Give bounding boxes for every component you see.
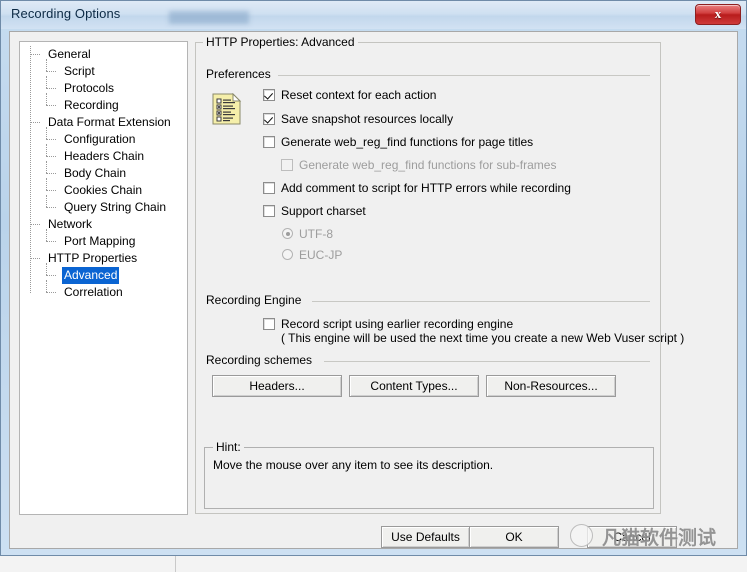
window-titlebar: Recording Options x bbox=[1, 1, 746, 29]
button-headers[interactable]: Headers... bbox=[212, 375, 342, 397]
tree-item-headers-chain[interactable]: Headers Chain bbox=[20, 148, 146, 165]
http-properties-advanced-group: HTTP Properties: Advanced Preferences Re… bbox=[195, 35, 684, 514]
checkbox-save-snapshot-resources-locally[interactable] bbox=[263, 113, 275, 125]
button-label: Headers... bbox=[249, 379, 305, 393]
radio-row-utf-8: UTF-8 bbox=[282, 227, 333, 241]
radio-row-euc-jp: EUC-JP bbox=[282, 248, 342, 262]
hint-text: Move the mouse over any item to see its … bbox=[213, 458, 494, 472]
button-label: Non-Resources... bbox=[504, 379, 598, 393]
tree-item-data-format-extension[interactable]: Data Format Extension bbox=[20, 114, 173, 131]
recording-schemes-section-label: Recording schemes bbox=[206, 353, 313, 367]
checkbox-row-add-comment-to-script-for-http-errors-while-recording[interactable]: Add comment to script for HTTP errors wh… bbox=[263, 181, 571, 195]
tree-item-query-string-chain[interactable]: Query String Chain bbox=[20, 199, 168, 216]
tree-item-label: Query String Chain bbox=[64, 200, 167, 214]
record-earlier-engine-checkbox-row[interactable]: Record script using earlier recording en… bbox=[263, 317, 513, 331]
settings-tree[interactable]: General Script Protocols Recording Data Form… bbox=[19, 41, 188, 515]
preferences-section-rule bbox=[278, 75, 650, 77]
preferences-section-label: Preferences bbox=[206, 67, 271, 81]
button-label: Content Types... bbox=[370, 379, 458, 393]
checkbox-row-save-snapshot-resources-locally[interactable]: Save snapshot resources locally bbox=[263, 112, 453, 126]
checkbox-row-generate-web-reg-find-functions-for-sub-frames: Generate web_reg_find functions for sub-… bbox=[281, 158, 556, 172]
tree-item-correlation[interactable]: Correlation bbox=[20, 284, 125, 301]
tree-item-label: Configuration bbox=[64, 132, 136, 146]
radio-utf-8 bbox=[282, 228, 293, 239]
tree-item-protocols[interactable]: Protocols bbox=[20, 80, 116, 97]
desktop-strip-segment bbox=[176, 556, 747, 572]
radio-label: EUC-JP bbox=[299, 248, 343, 262]
tree-item-label: Correlation bbox=[64, 285, 123, 299]
dialog-client-area: General Script Protocols Recording Data Form… bbox=[9, 31, 738, 549]
checkbox-row-generate-web-reg-find-functions-for-page-titles[interactable]: Generate web_reg_find functions for page… bbox=[263, 135, 533, 149]
radio-euc-jp bbox=[282, 249, 293, 260]
checkbox-label: Add comment to script for HTTP errors wh… bbox=[281, 181, 571, 195]
recording-engine-section-label: Recording Engine bbox=[206, 293, 302, 307]
record-earlier-engine-checkbox[interactable] bbox=[263, 318, 275, 330]
tree-item-label: Recording bbox=[64, 98, 119, 112]
titlebar-redacted-region bbox=[169, 11, 249, 24]
checkbox-row-reset-context-for-each-action[interactable]: Reset context for each action bbox=[263, 88, 436, 102]
checkbox-label: Save snapshot resources locally bbox=[281, 112, 454, 126]
checkbox-row-support-charset[interactable]: Support charset bbox=[263, 204, 366, 218]
desktop-strip bbox=[0, 556, 747, 572]
tree-item-label: HTTP Properties bbox=[48, 251, 138, 265]
checkbox-label: Generate web_reg_find functions for sub-… bbox=[299, 158, 557, 172]
radio-label: UTF-8 bbox=[299, 227, 333, 241]
tree-item-label: Advanced bbox=[62, 267, 120, 284]
tree-item-label: General bbox=[48, 47, 91, 61]
button-content-types[interactable]: Content Types... bbox=[349, 375, 479, 397]
checkbox-generate-web-reg-find-functions-for-sub-frames bbox=[281, 159, 293, 171]
tree-item-network[interactable]: Network bbox=[20, 216, 94, 233]
close-button[interactable]: x bbox=[695, 4, 741, 25]
tree-item-label: Body Chain bbox=[64, 166, 127, 180]
desktop-strip-segment bbox=[0, 556, 176, 572]
checkbox-reset-context-for-each-action[interactable] bbox=[263, 89, 275, 101]
checkbox-support-charset[interactable] bbox=[263, 205, 275, 217]
tree-item-port-mapping[interactable]: Port Mapping bbox=[20, 233, 137, 250]
tree-item-label: Network bbox=[48, 217, 93, 231]
recording-options-window: Recording Options x General Script Protoco… bbox=[0, 0, 747, 556]
tree-item-body-chain[interactable]: Body Chain bbox=[20, 165, 128, 182]
checkbox-label: Support charset bbox=[281, 204, 366, 218]
tree-item-recording[interactable]: Recording bbox=[20, 97, 121, 114]
recording-engine-note: ( This engine will be used the next time… bbox=[281, 331, 685, 345]
tree-item-cookies-chain[interactable]: Cookies Chain bbox=[20, 182, 144, 199]
checkbox-add-comment-to-script-for-http-errors-while-recording[interactable] bbox=[263, 182, 275, 194]
preferences-list-icon bbox=[212, 92, 242, 125]
button-non-resources[interactable]: Non-Resources... bbox=[486, 375, 616, 397]
tree-item-label: Port Mapping bbox=[64, 234, 136, 248]
button-label: OK bbox=[505, 530, 523, 544]
tree-item-label: Protocols bbox=[64, 81, 115, 95]
hint-title: Hint: bbox=[213, 440, 244, 454]
tree-item-label: Data Format Extension bbox=[48, 115, 171, 129]
tree-item-label: Cookies Chain bbox=[64, 183, 143, 197]
checkbox-label: Generate web_reg_find functions for page… bbox=[281, 135, 534, 149]
tree-item-configuration[interactable]: Configuration bbox=[20, 131, 137, 148]
window-title: Recording Options bbox=[11, 6, 121, 21]
checkbox-label: Reset context for each action bbox=[281, 88, 437, 102]
hint-box: Hint: Move the mouse over any item to se… bbox=[204, 440, 654, 509]
tree-item-label: Headers Chain bbox=[64, 149, 145, 163]
dialog-footer: Use Defaults OK Cancel bbox=[10, 520, 737, 550]
button-cancel[interactable]: Cancel bbox=[587, 526, 677, 548]
button-ok[interactable]: OK bbox=[469, 526, 559, 548]
record-earlier-engine-label: Record script using earlier recording en… bbox=[281, 317, 514, 331]
group-title: HTTP Properties: Advanced bbox=[203, 35, 358, 49]
button-label: Cancel bbox=[613, 530, 651, 544]
tree-item-advanced[interactable]: Advanced bbox=[20, 267, 120, 284]
recording-engine-section-rule bbox=[312, 301, 650, 303]
tree-item-script[interactable]: Script bbox=[20, 63, 97, 80]
checkbox-generate-web-reg-find-functions-for-page-titles[interactable] bbox=[263, 136, 275, 148]
button-use-defaults[interactable]: Use Defaults bbox=[381, 526, 470, 548]
close-icon: x bbox=[714, 6, 722, 21]
tree-item-http-properties[interactable]: HTTP Properties bbox=[20, 250, 139, 267]
button-label: Use Defaults bbox=[391, 530, 460, 544]
recording-schemes-section-rule bbox=[324, 361, 650, 363]
tree-item-label: Script bbox=[64, 64, 95, 78]
tree-item-general[interactable]: General bbox=[20, 46, 93, 63]
